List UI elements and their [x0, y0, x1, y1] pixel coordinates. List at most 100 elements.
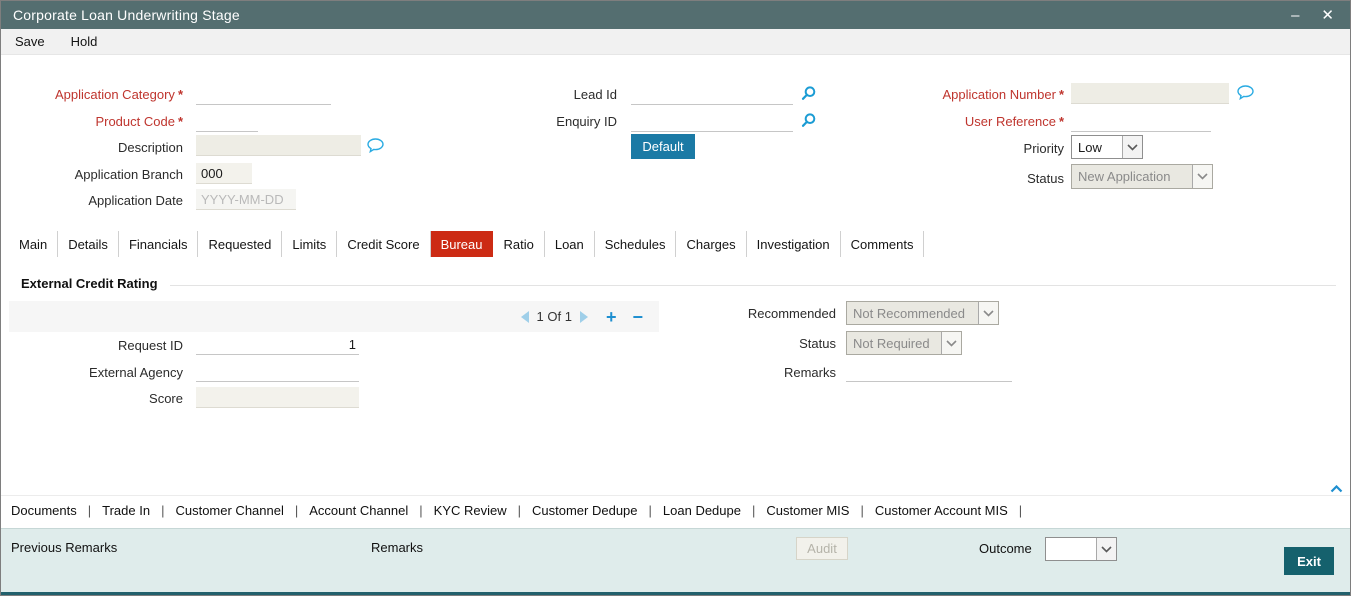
statusbar-remarks-label: Remarks [371, 540, 424, 555]
priority-select[interactable]: Low [1071, 135, 1143, 159]
pager-prev-icon[interactable] [520, 310, 529, 323]
user-reference-input[interactable] [1071, 112, 1211, 132]
priority-label: Priority [1023, 141, 1064, 156]
description-input[interactable] [196, 135, 361, 156]
default-button[interactable]: Default [631, 134, 695, 159]
tab-credit-score[interactable]: Credit Score [337, 231, 431, 257]
chevron-down-icon [978, 302, 998, 324]
bureau-status-value: Not Required [853, 335, 930, 351]
link-loan-dedupe[interactable]: Loan Dedupe [663, 503, 741, 518]
comment-bubble-icon[interactable] [1237, 85, 1254, 105]
tab-limits[interactable]: Limits [282, 231, 338, 257]
request-id-input[interactable] [196, 335, 359, 355]
footer-links-bar: Documents | Trade In | Customer Channel | A… [1, 495, 1350, 525]
tab-main[interactable]: Main [9, 231, 59, 257]
required-asterisk: * [177, 114, 183, 129]
tab-ratio[interactable]: Ratio [493, 231, 545, 257]
add-row-icon[interactable]: + [606, 308, 617, 326]
tab-comments[interactable]: Comments [841, 231, 925, 257]
tab-schedules[interactable]: Schedules [595, 231, 677, 257]
link-separator: | [161, 503, 165, 518]
application-category-input[interactable] [196, 85, 331, 105]
application-date-label: Application Date [88, 193, 183, 208]
bureau-status-label: Status [799, 336, 836, 351]
enquiry-id-input[interactable] [631, 112, 793, 132]
remarks-input[interactable] [846, 362, 1012, 382]
chevron-down-icon [1192, 165, 1212, 188]
link-separator: | [648, 503, 652, 518]
search-icon[interactable] [801, 113, 816, 133]
bureau-status-select[interactable]: Not Required [846, 331, 962, 355]
app-window: Corporate Loan Underwriting Stage – ✕ Sa… [0, 0, 1351, 596]
title-bar: Corporate Loan Underwriting Stage – ✕ [1, 1, 1350, 29]
section-title: External Credit Rating [21, 276, 158, 291]
tab-requested[interactable]: Requested [198, 231, 283, 257]
tab-bureau[interactable]: Bureau [430, 231, 494, 257]
link-customer-channel[interactable]: Customer Channel [175, 503, 283, 518]
link-customer-mis[interactable]: Customer MIS [766, 503, 849, 518]
link-trade-in[interactable]: Trade In [102, 503, 150, 518]
product-code-label: Product Code * [95, 114, 183, 129]
required-asterisk: * [177, 87, 183, 102]
priority-value: Low [1078, 139, 1102, 155]
record-pager: 1 Of 1 + − [9, 301, 659, 332]
menu-save[interactable]: Save [15, 34, 45, 49]
application-branch-input [196, 163, 252, 184]
tab-financials[interactable]: Financials [119, 231, 199, 257]
menu-hold[interactable]: Hold [71, 34, 98, 49]
close-icon[interactable]: ✕ [1321, 8, 1334, 23]
remove-row-icon[interactable]: − [632, 308, 643, 326]
minimize-icon[interactable]: – [1291, 8, 1299, 23]
remarks-label: Remarks [783, 365, 836, 380]
application-number-input[interactable] [1071, 83, 1229, 104]
link-separator: | [1018, 503, 1023, 518]
required-asterisk: * [1058, 114, 1064, 129]
link-customer-account-mis[interactable]: Customer Account MIS [875, 503, 1008, 518]
link-separator: | [751, 503, 756, 518]
link-account-channel[interactable]: Account Channel [309, 503, 408, 518]
chevron-down-icon [1122, 136, 1142, 158]
section-divider [169, 284, 1336, 286]
link-customer-dedupe[interactable]: Customer Dedupe [532, 503, 638, 518]
previous-remarks-label: Previous Remarks [11, 540, 118, 555]
status-label: Status [1027, 171, 1064, 186]
application-number-label: Application Number * [942, 87, 1064, 102]
score-input [196, 387, 359, 408]
enquiry-id-label: Enquiry ID [556, 114, 617, 129]
recommended-select[interactable]: Not Recommended [846, 301, 999, 325]
tab-charges[interactable]: Charges [676, 231, 747, 257]
product-code-input[interactable] [196, 112, 258, 132]
status-value: New Application [1078, 169, 1171, 184]
external-agency-input[interactable] [196, 362, 359, 382]
description-label: Description [117, 140, 183, 155]
comment-bubble-icon[interactable] [367, 138, 384, 158]
link-kyc-review[interactable]: KYC Review [434, 503, 507, 518]
application-date-input[interactable] [196, 189, 296, 210]
exit-button[interactable]: Exit [1284, 547, 1334, 575]
external-agency-label: External Agency [89, 365, 183, 380]
required-asterisk: * [1058, 87, 1064, 102]
chevron-down-icon [941, 332, 961, 354]
section-header: External Credit Rating [21, 276, 1336, 291]
tab-details[interactable]: Details [58, 231, 119, 257]
chevron-down-icon [1096, 538, 1116, 560]
status-select[interactable]: New Application [1071, 164, 1213, 189]
link-separator: | [517, 503, 522, 518]
application-category-label: Application Category * [54, 87, 183, 102]
status-bar: Previous Remarks Remarks Audit Outcome E… [1, 528, 1350, 595]
pager-next-icon[interactable] [579, 310, 588, 323]
tab-loan[interactable]: Loan [545, 231, 595, 257]
link-separator: | [419, 503, 423, 518]
search-icon[interactable] [801, 86, 816, 106]
outcome-label: Outcome [979, 541, 1032, 556]
tab-bar: Main Details Financials Requested Limits… [9, 231, 925, 257]
link-separator: | [87, 503, 92, 518]
user-reference-label: User Reference * [964, 114, 1064, 129]
link-documents[interactable]: Documents [11, 503, 77, 518]
outcome-select[interactable] [1045, 537, 1117, 561]
lead-id-label: Lead Id [573, 87, 617, 102]
request-id-label: Request ID [117, 338, 183, 353]
audit-button[interactable]: Audit [796, 537, 848, 560]
tab-investigation[interactable]: Investigation [747, 231, 841, 257]
lead-id-input[interactable] [631, 85, 793, 105]
